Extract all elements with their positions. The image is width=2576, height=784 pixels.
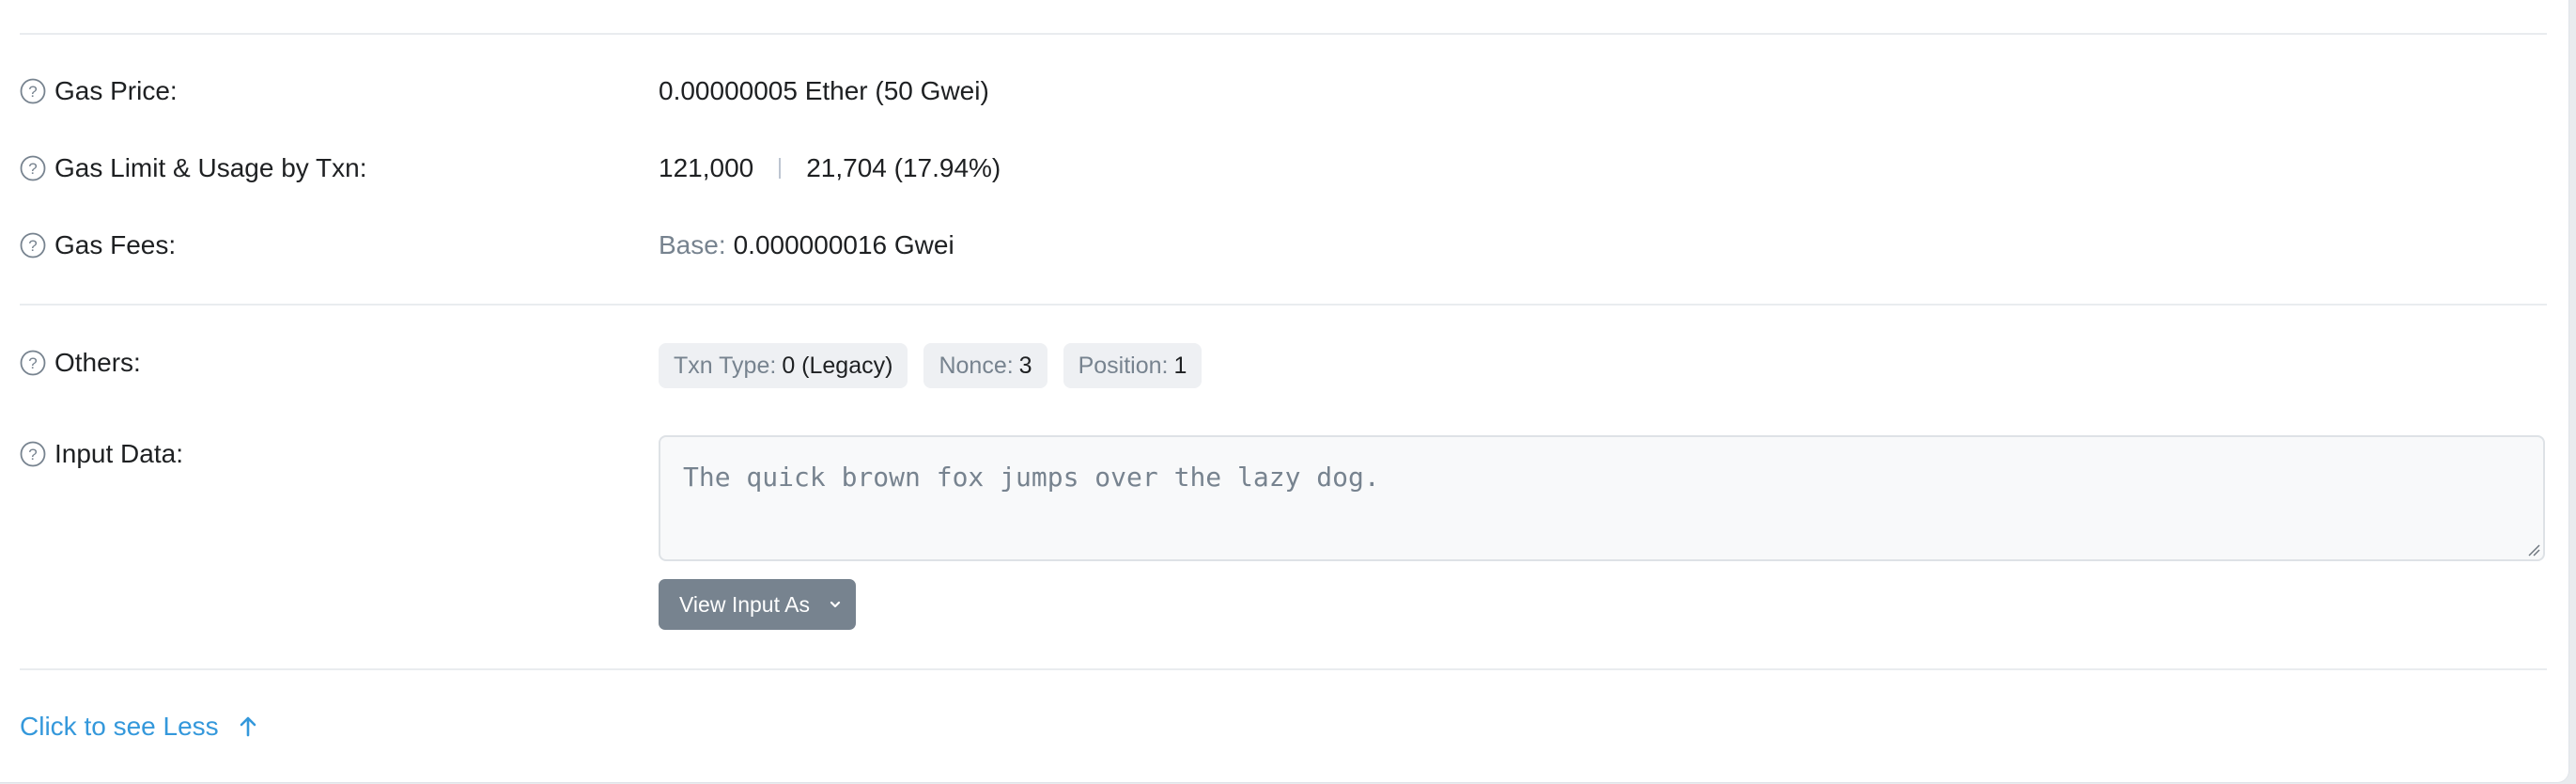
svg-text:?: ? (28, 354, 37, 372)
chevron-down-icon (830, 601, 841, 608)
see-less-label: Click to see Less (20, 712, 219, 741)
gas-price-label: Gas Price: (54, 76, 178, 105)
gas-usage-amount: 21,704 (17.94%) (806, 153, 1001, 182)
svg-text:?: ? (28, 237, 37, 255)
question-circle-icon[interactable]: ? (20, 441, 46, 467)
divider-top (20, 33, 2547, 35)
gas-fees-label: Gas Fees: (54, 230, 177, 259)
badge-key: Position: (1078, 353, 1169, 379)
divider-middle (20, 304, 2547, 306)
gas-limit-value: 121,000 21,704 (17.94%) (659, 152, 1001, 184)
others-label-row: ? Others: (20, 347, 141, 379)
svg-text:?: ? (28, 446, 37, 463)
others-badges: Txn Type: 0 (Legacy) Nonce: 3 Position: … (659, 343, 1218, 388)
gas-limit-label-row: ? Gas Limit & Usage by Txn: (20, 152, 367, 184)
gas-fees-label-row: ? Gas Fees: (20, 229, 176, 261)
question-circle-icon[interactable]: ? (20, 155, 46, 181)
value-separator (779, 158, 782, 179)
position-badge: Position: 1 (1063, 343, 1203, 388)
gas-limit-label: Gas Limit & Usage by Txn: (54, 153, 367, 182)
others-label: Others: (54, 348, 141, 377)
input-data-text: The quick brown fox jumps over the lazy … (683, 462, 1380, 493)
badge-value: 0 (Legacy) (782, 353, 893, 379)
badge-key: Nonce: (939, 353, 1014, 379)
gas-fees-value: Base: 0.000000016 Gwei (659, 229, 954, 261)
resize-handle-icon[interactable] (2527, 543, 2540, 557)
question-circle-icon[interactable]: ? (20, 350, 46, 376)
question-circle-icon[interactable]: ? (20, 78, 46, 104)
gas-price-label-row: ? Gas Price: (20, 75, 178, 107)
view-input-as-button[interactable]: View Input As (659, 579, 856, 630)
svg-text:?: ? (28, 83, 37, 101)
question-circle-icon[interactable]: ? (20, 232, 46, 259)
badge-key: Txn Type: (674, 353, 777, 379)
gas-limit-amount: 121,000 (659, 153, 754, 182)
gas-price-value: 0.00000005 Ether (50 Gwei) (659, 76, 989, 105)
input-data-label-row: ? Input Data: (20, 438, 183, 470)
view-input-as-label: View Input As (679, 591, 810, 617)
base-fee-value: 0.000000016 Gwei (733, 230, 954, 259)
input-data-textarea[interactable]: The quick brown fox jumps over the lazy … (659, 435, 2545, 561)
see-less-link[interactable]: Click to see Less (20, 711, 258, 743)
nonce-badge: Nonce: 3 (923, 343, 1047, 388)
txn-type-badge: Txn Type: 0 (Legacy) (659, 343, 908, 388)
arrow-up-icon (240, 716, 256, 737)
transaction-details-card: ? Gas Price: 0.00000005 Ether (50 Gwei) … (0, 0, 2568, 782)
input-data-label: Input Data: (54, 439, 183, 468)
badge-value: 1 (1173, 353, 1187, 379)
divider-bottom (20, 668, 2547, 670)
badge-value: 3 (1018, 353, 1032, 379)
base-fee-label: Base: (659, 230, 726, 259)
svg-text:?: ? (28, 160, 37, 178)
